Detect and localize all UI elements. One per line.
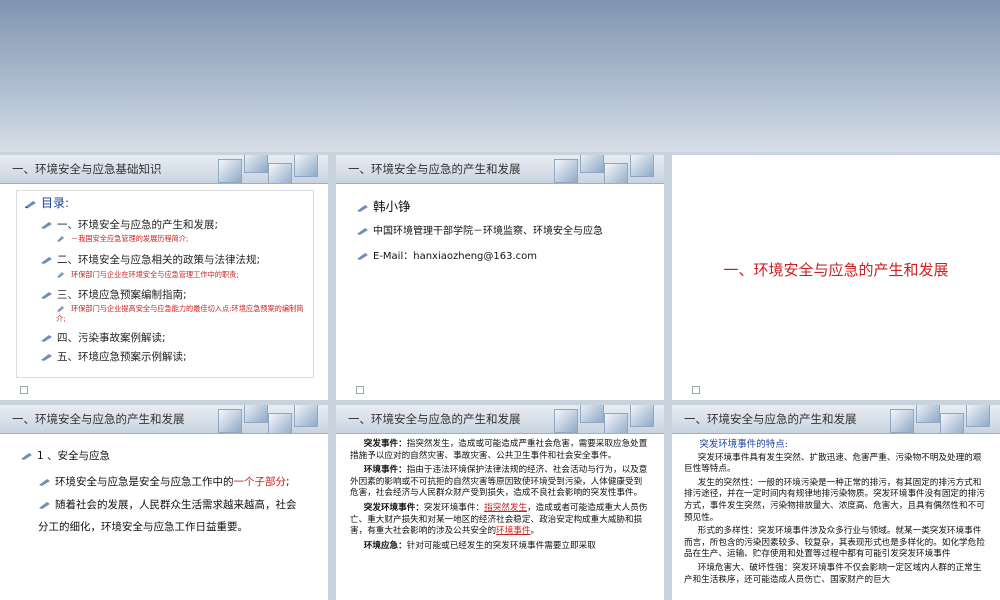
cube-decoration — [546, 155, 664, 183]
slide-header: 一、环境安全与应急的产生和发展 — [0, 405, 328, 434]
paragraph-4: 环境危害大、破坏性强：突发环境事件不仅会影响一定区域内人群的正常生产和生活秩序，… — [684, 562, 982, 585]
cube-decoration — [546, 405, 664, 433]
paragraph-3: 形式的多样性：突发环境事件涉及众多行业与领域。就某一类突发环境事件而言，所包含的… — [684, 526, 985, 560]
toc-item-1[interactable]: 一、环境安全与应急的产生和发展; — [40, 217, 218, 232]
slide-thumbnail-5[interactable]: 一、环境安全与应急的产生和发展 突发事件：指突然发生，造成或可能造成严重社会危害… — [336, 405, 664, 600]
pen-bullet-icon — [40, 290, 53, 300]
cube-decoration — [882, 405, 1000, 433]
slide-thumbnail-1[interactable]: 一、环境安全与应急基础知识 目录: 一、环境安全与应急的产生和发展; －我国安全… — [0, 155, 328, 400]
pen-bullet-icon — [20, 451, 33, 461]
pen-bullet-icon — [24, 199, 37, 209]
toc-item-2[interactable]: 二、环境安全与应急相关的政策与法律法规; — [40, 252, 260, 267]
pen-bullet-icon — [356, 226, 369, 236]
toc-item-5[interactable]: 五、环境应急预案示例解读; — [40, 349, 187, 364]
slide-title: 突发环境事件的特点: — [699, 439, 788, 450]
bullet-2: 随着社会的发展，人民群众生活需求越来越高，社会 — [38, 497, 297, 512]
link-sudden[interactable]: 指突然发生 — [484, 503, 527, 513]
slide-header: 一、环境安全与应急的产生和发展 — [336, 155, 664, 184]
pen-bullet-icon — [356, 251, 369, 261]
bullet-1: 环境安全与应急是安全与应急工作中的一个子部分; — [38, 474, 290, 489]
pen-bullet-icon — [40, 255, 53, 265]
toc-item-3[interactable]: 三、环境应急预案编制指南; — [40, 287, 187, 302]
pen-bullet-icon — [356, 203, 369, 213]
slide-thumbnail-3[interactable]: 一、环境安全与应急的产生和发展 — [672, 155, 1000, 400]
slide-marker-icon — [692, 386, 700, 394]
toc-item-4[interactable]: 四、污染事故案例解读; — [40, 330, 166, 345]
cube-decoration — [210, 405, 328, 433]
definition-emergency: 突发事件：指突然发生，造成或可能造成严重社会危害，需要采取应急处置措施予以应对的… — [350, 439, 648, 461]
slide-thumbnail-4[interactable]: 一、环境安全与应急的产生和发展 1 、安全与应急 环境安全与应急是安全与应急工作… — [0, 405, 328, 600]
speaker-name: 韩小铮 — [356, 196, 411, 215]
slide-header: 一、环境安全与应急的产生和发展 — [672, 405, 1000, 434]
slide-marker-icon — [20, 386, 28, 394]
slide-marker-icon — [356, 386, 364, 394]
pen-bullet-icon — [38, 477, 51, 487]
slide-body: 突发事件：指突然发生，造成或可能造成严重社会危害，需要采取应急处置措施予以应对的… — [336, 434, 664, 600]
pen-bullet-icon — [40, 352, 53, 362]
pen-bullet-icon — [56, 235, 65, 243]
bullet-2-cont: 分工的细化，环境安全与应急工作日益重要。 — [38, 521, 248, 533]
cube-decoration — [210, 155, 328, 183]
link-env-event[interactable]: 环境事件 — [496, 526, 530, 536]
pen-bullet-icon — [40, 220, 53, 230]
toc-sub-3: 环保部门与企业提高安全与应急能力的最佳切入点:环境应急预案的编制简介; — [56, 304, 304, 323]
pen-bullet-icon — [56, 271, 65, 279]
toc-title: 目录: — [24, 194, 69, 211]
slide-header-title: 一、环境安全与应急的产生和发展 — [684, 412, 857, 426]
slide-thumbnail-6[interactable]: 一、环境安全与应急的产生和发展 突发环境事件的特点: 突发环境事件具有发生突然、… — [672, 405, 1000, 600]
section-title: 一、环境安全与应急的产生和发展 — [723, 261, 949, 279]
toc-sub-2: 环保部门与企业在环境安全与应急管理工作中的职责; — [56, 270, 239, 280]
pen-bullet-icon — [38, 500, 51, 510]
slide-header-title: 一、环境安全与应急的产生和发展 — [12, 412, 185, 426]
slide-heading: 1 、安全与应急 — [20, 448, 110, 463]
slide-body: 韩小铮 中国环境管理干部学院－环境监察、环境安全与应急 E-Mail：hanxi… — [336, 184, 664, 400]
speaker-org: 中国环境管理干部学院－环境监察、环境安全与应急 — [356, 222, 603, 237]
slide-header: 一、环境安全与应急基础知识 — [0, 155, 328, 184]
slide-header-title: 一、环境安全与应急的产生和发展 — [348, 412, 521, 426]
slide-header: 一、环境安全与应急的产生和发展 — [336, 405, 664, 434]
definition-env-emergency: 环境应急：针对可能或已经发生的突发环境事件需要立即采取 — [363, 540, 596, 551]
slide-body: 突发环境事件的特点: 突发环境事件具有发生突然、扩散迅速、危害严重、污染物不明及… — [672, 434, 1000, 600]
background-banner — [0, 0, 1000, 152]
slide-thumbnail-2[interactable]: 一、环境安全与应急的产生和发展 韩小铮 中国环境管理干部学院－环境监察、环境安全… — [336, 155, 664, 400]
speaker-email: E-Mail：hanxiaozheng@163.com — [356, 247, 537, 262]
slide-body: 目录: 一、环境安全与应急的产生和发展; －我国安全应急管理的发展历程简介; 二… — [0, 184, 328, 400]
definition-sudden-env-event: 突发环境事件：突发环境事件：指突然发生，造成或者可能造成重大人员伤亡、重大财产损… — [350, 502, 648, 537]
paragraph-2: 发生的突然性：一般的环境污染是一种正常的排污，有其固定的排污方式和排污途径，并在… — [684, 477, 985, 523]
pen-bullet-icon — [40, 333, 53, 343]
toc-sub-1: －我国安全应急管理的发展历程简介; — [56, 234, 188, 244]
slide-header-title: 一、环境安全与应急基础知识 — [12, 162, 162, 176]
paragraph-1: 突发环境事件具有发生突然、扩散迅速、危害严重、污染物不明及处理的艰巨性等特点。 — [684, 452, 982, 475]
definition-env-event: 环境事件：指由于违法环境保护法律法规的经济、社会活动与行为，以及意外因素的影响或… — [350, 465, 648, 499]
pen-bullet-icon — [56, 305, 65, 313]
slide-header-title: 一、环境安全与应急的产生和发展 — [348, 162, 521, 176]
slide-body: 1 、安全与应急 环境安全与应急是安全与应急工作中的一个子部分; 随着社会的发展… — [0, 434, 328, 600]
